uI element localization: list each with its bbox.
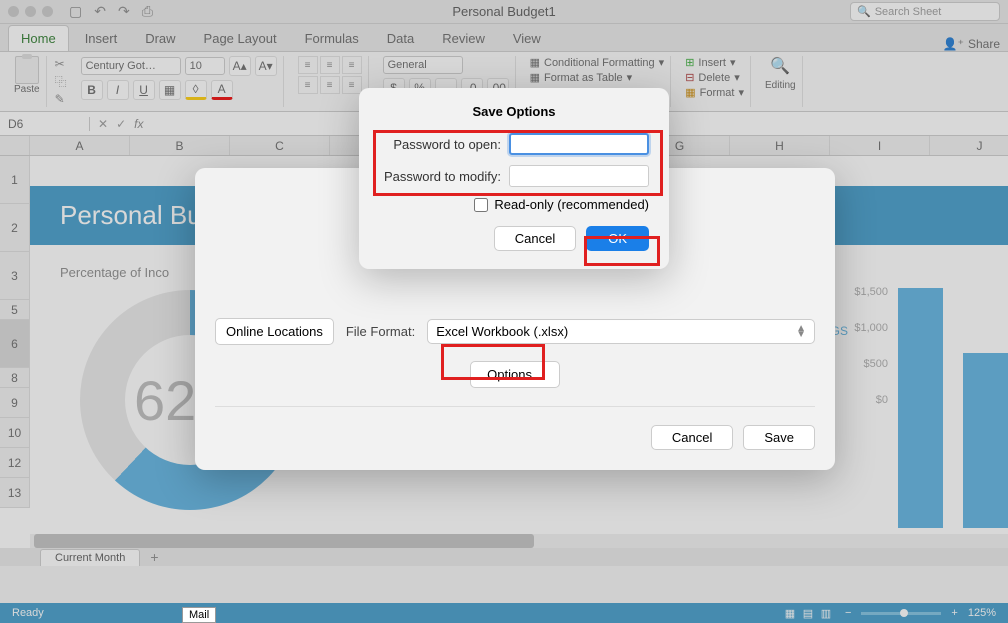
- save-options-title: Save Options: [379, 104, 649, 119]
- underline-button[interactable]: U: [133, 80, 155, 100]
- scissors-icon[interactable]: ✂: [55, 57, 67, 71]
- window-titlebar: ▢ ↶ ↷ ⎙ Personal Budget1 🔍 Search Sheet: [0, 0, 1008, 24]
- border-button[interactable]: ▦: [159, 80, 181, 100]
- file-format-select[interactable]: Excel Workbook (.xlsx) ▲▼: [427, 319, 815, 344]
- quick-access-toolbar[interactable]: ▢ ↶ ↷ ⎙: [69, 3, 153, 20]
- tab-home[interactable]: Home: [8, 25, 69, 51]
- editing-label: Editing: [765, 80, 796, 91]
- name-box[interactable]: D6: [0, 117, 90, 131]
- zoom-level: 125%: [968, 607, 996, 619]
- font-color-button[interactable]: A: [211, 80, 233, 100]
- status-bar: Ready ▦▤▥ − + 125%: [0, 603, 1008, 623]
- redo-icon[interactable]: ↷: [118, 3, 130, 20]
- number-format-selector[interactable]: General: [383, 56, 463, 74]
- tab-review[interactable]: Review: [430, 26, 497, 51]
- accept-formula-icon[interactable]: ✓: [116, 117, 126, 131]
- chart-scale: $1,500 $1,000 $500 $0: [854, 286, 888, 406]
- mail-tooltip: Mail: [182, 607, 216, 623]
- increase-font-icon[interactable]: A▴: [229, 56, 251, 76]
- view-buttons[interactable]: ▦▤▥: [781, 607, 835, 620]
- share-icon: 👤⁺: [943, 37, 964, 51]
- save-dialog-save-button[interactable]: Save: [743, 425, 815, 450]
- options-ok-button[interactable]: OK: [586, 226, 649, 251]
- readonly-label: Read-only (recommended): [494, 197, 649, 212]
- paste-label: Paste: [14, 84, 40, 95]
- alignment-grid[interactable]: ≡≡≡≡≡≡: [298, 56, 362, 94]
- search-sheet-input[interactable]: 🔍 Search Sheet: [850, 2, 1000, 21]
- tab-page-layout[interactable]: Page Layout: [192, 26, 289, 51]
- bold-button[interactable]: B: [81, 80, 103, 100]
- share-button[interactable]: 👤⁺ Share: [943, 37, 1000, 51]
- zoom-in-button[interactable]: +: [951, 607, 957, 619]
- format-as-table-button[interactable]: ▦Format as Table ▾: [530, 71, 665, 84]
- conditional-formatting-button[interactable]: ▦Conditional Formatting ▾: [530, 56, 665, 69]
- format-painter-icon[interactable]: ✎: [55, 92, 67, 106]
- print-icon[interactable]: ⎙: [142, 3, 153, 20]
- tab-formulas[interactable]: Formulas: [293, 26, 371, 51]
- undo-icon[interactable]: ↶: [94, 3, 106, 20]
- insert-icon: ⊞: [685, 56, 694, 69]
- add-sheet-button[interactable]: +: [150, 549, 158, 565]
- chart-bar: [963, 353, 1008, 528]
- decrease-font-icon[interactable]: A▾: [255, 56, 277, 76]
- select-arrows-icon: ▲▼: [796, 326, 806, 338]
- readonly-checkbox[interactable]: [474, 198, 488, 212]
- horizontal-scrollbar[interactable]: [30, 534, 1008, 548]
- password-open-label: Password to open:: [393, 137, 501, 152]
- font-size-selector[interactable]: 10: [185, 57, 225, 75]
- bar-chart: [898, 288, 1008, 528]
- search-placeholder: Search Sheet: [875, 6, 942, 18]
- format-icon: ▦: [685, 86, 695, 99]
- save-dialog-cancel-button[interactable]: Cancel: [651, 425, 733, 450]
- traffic-lights[interactable]: [8, 6, 53, 17]
- search-icon: 🔍: [770, 56, 790, 76]
- tab-view[interactable]: View: [501, 26, 553, 51]
- fill-color-button[interactable]: ◊: [185, 80, 207, 100]
- status-ready: Ready: [12, 607, 44, 619]
- ribbon-tabs: Home Insert Draw Page Layout Formulas Da…: [0, 24, 1008, 52]
- font-selector[interactable]: Century Got…: [81, 57, 181, 75]
- row-headers[interactable]: 1235689101213: [0, 156, 30, 508]
- sheet-tabs: Current Month +: [0, 548, 1008, 566]
- table-icon: ▦: [530, 71, 540, 84]
- options-button[interactable]: Options...: [470, 361, 560, 388]
- save-icon[interactable]: ▢: [69, 3, 82, 20]
- save-options-dialog: Save Options Password to open: Password …: [359, 88, 669, 269]
- search-icon: 🔍: [857, 5, 871, 18]
- tab-data[interactable]: Data: [375, 26, 426, 51]
- copy-icon[interactable]: ⿻: [55, 73, 67, 90]
- file-format-label: File Format:: [346, 324, 415, 339]
- password-open-input[interactable]: [509, 133, 649, 155]
- password-modify-input[interactable]: [509, 165, 649, 187]
- editing-group[interactable]: 🔍 Editing: [759, 56, 803, 107]
- insert-cells-button[interactable]: ⊞Insert ▾: [685, 56, 744, 69]
- zoom-slider[interactable]: [861, 612, 941, 615]
- clipboard-icon: [15, 56, 39, 84]
- zoom-out-button[interactable]: −: [845, 607, 851, 619]
- cond-format-icon: ▦: [530, 56, 540, 69]
- format-cells-button[interactable]: ▦Format ▾: [685, 86, 744, 99]
- italic-button[interactable]: I: [107, 80, 129, 100]
- fx-icon[interactable]: fx: [134, 117, 143, 131]
- document-title: Personal Budget1: [452, 4, 555, 19]
- chart-bar: [898, 288, 943, 528]
- online-locations-button[interactable]: Online Locations: [215, 318, 334, 345]
- paste-button[interactable]: Paste: [14, 56, 40, 95]
- share-label: Share: [968, 37, 1000, 51]
- tab-draw[interactable]: Draw: [133, 26, 187, 51]
- options-cancel-button[interactable]: Cancel: [494, 226, 576, 251]
- password-modify-label: Password to modify:: [384, 169, 501, 184]
- file-format-value: Excel Workbook (.xlsx): [436, 324, 568, 339]
- cancel-formula-icon[interactable]: ✕: [98, 117, 108, 131]
- sheet-tab-current-month[interactable]: Current Month: [40, 549, 140, 566]
- delete-icon: ⊟: [685, 71, 694, 84]
- tab-insert[interactable]: Insert: [73, 26, 130, 51]
- delete-cells-button[interactable]: ⊟Delete ▾: [685, 71, 744, 84]
